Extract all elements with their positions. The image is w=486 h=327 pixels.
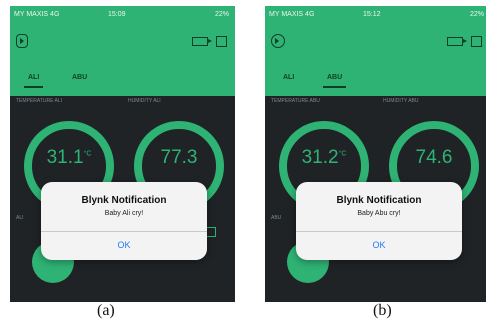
dialog-title: Blynk Notification [336,195,422,206]
app-header [265,24,486,64]
button-label: ABU [271,215,282,221]
dialog-message: Baby Abu cry! [357,210,401,217]
battery-label: 22% [469,11,484,18]
dialog-divider [296,231,462,232]
tab-ali[interactable]: ALI [24,74,44,88]
carrier-label: MY MAXIS 4G [14,11,60,18]
app-header [10,24,235,64]
dialog-title: Blynk Notification [81,195,167,206]
caption-a: (a) [97,302,115,319]
humidity-label: HUMIDITY ALI [128,98,161,104]
temperature-label: TEMPERATURE ABU [271,98,320,104]
notification-dialog: Blynk Notification Baby Ali cry! OK [41,182,207,260]
dialog-message: Baby Ali cry! [104,210,144,217]
temperature-value: 31.1°C [46,147,92,168]
settings-square-icon[interactable] [216,36,227,47]
notification-dialog: Blynk Notification Baby Abu cry! OK [296,182,462,260]
temperature-value: 31.2°C [301,147,347,168]
temperature-unit: °C [338,150,347,158]
humidity-value: 77.3 [160,147,198,168]
project-icon[interactable] [271,34,285,48]
battery-label: 22% [214,11,229,18]
tab-abu[interactable]: ABU [323,74,347,88]
tab-bar: ALI ABU [10,64,235,96]
status-bar: MY MAXIS 4G 15:12 22% [265,6,486,24]
clock-label: 15:12 [363,11,381,18]
ok-button[interactable]: OK [296,240,462,250]
temperature-unit: °C [83,150,92,158]
carrier-label: MY MAXIS 4G [269,11,315,18]
device-icon[interactable] [447,37,467,46]
tab-bar: ALI ABU [265,64,486,96]
phone-screen-a: MY MAXIS 4G 15:09 22% ALI ABU TEMPERATUR… [10,6,235,302]
button-label: ALI [16,215,24,221]
humidity-label: HUMIDITY ABU [383,98,419,104]
clock-label: 15:09 [108,11,126,18]
tab-ali[interactable]: ALI [279,74,298,86]
caption-b: (b) [373,302,392,319]
temperature-label: TEMPERATURE ALI [16,98,63,104]
settings-square-icon[interactable] [471,36,482,47]
ok-button[interactable]: OK [41,240,207,250]
device-icon[interactable] [192,37,212,46]
humidity-value: 74.6 [415,147,453,168]
project-icon[interactable] [16,34,28,48]
status-bar: MY MAXIS 4G 15:09 22% [10,6,235,24]
tab-abu[interactable]: ABU [68,74,91,86]
phone-screen-b: MY MAXIS 4G 15:12 22% ALI ABU TEMPERATUR… [265,6,486,302]
small-widget[interactable] [206,227,216,237]
dialog-divider [41,231,207,232]
